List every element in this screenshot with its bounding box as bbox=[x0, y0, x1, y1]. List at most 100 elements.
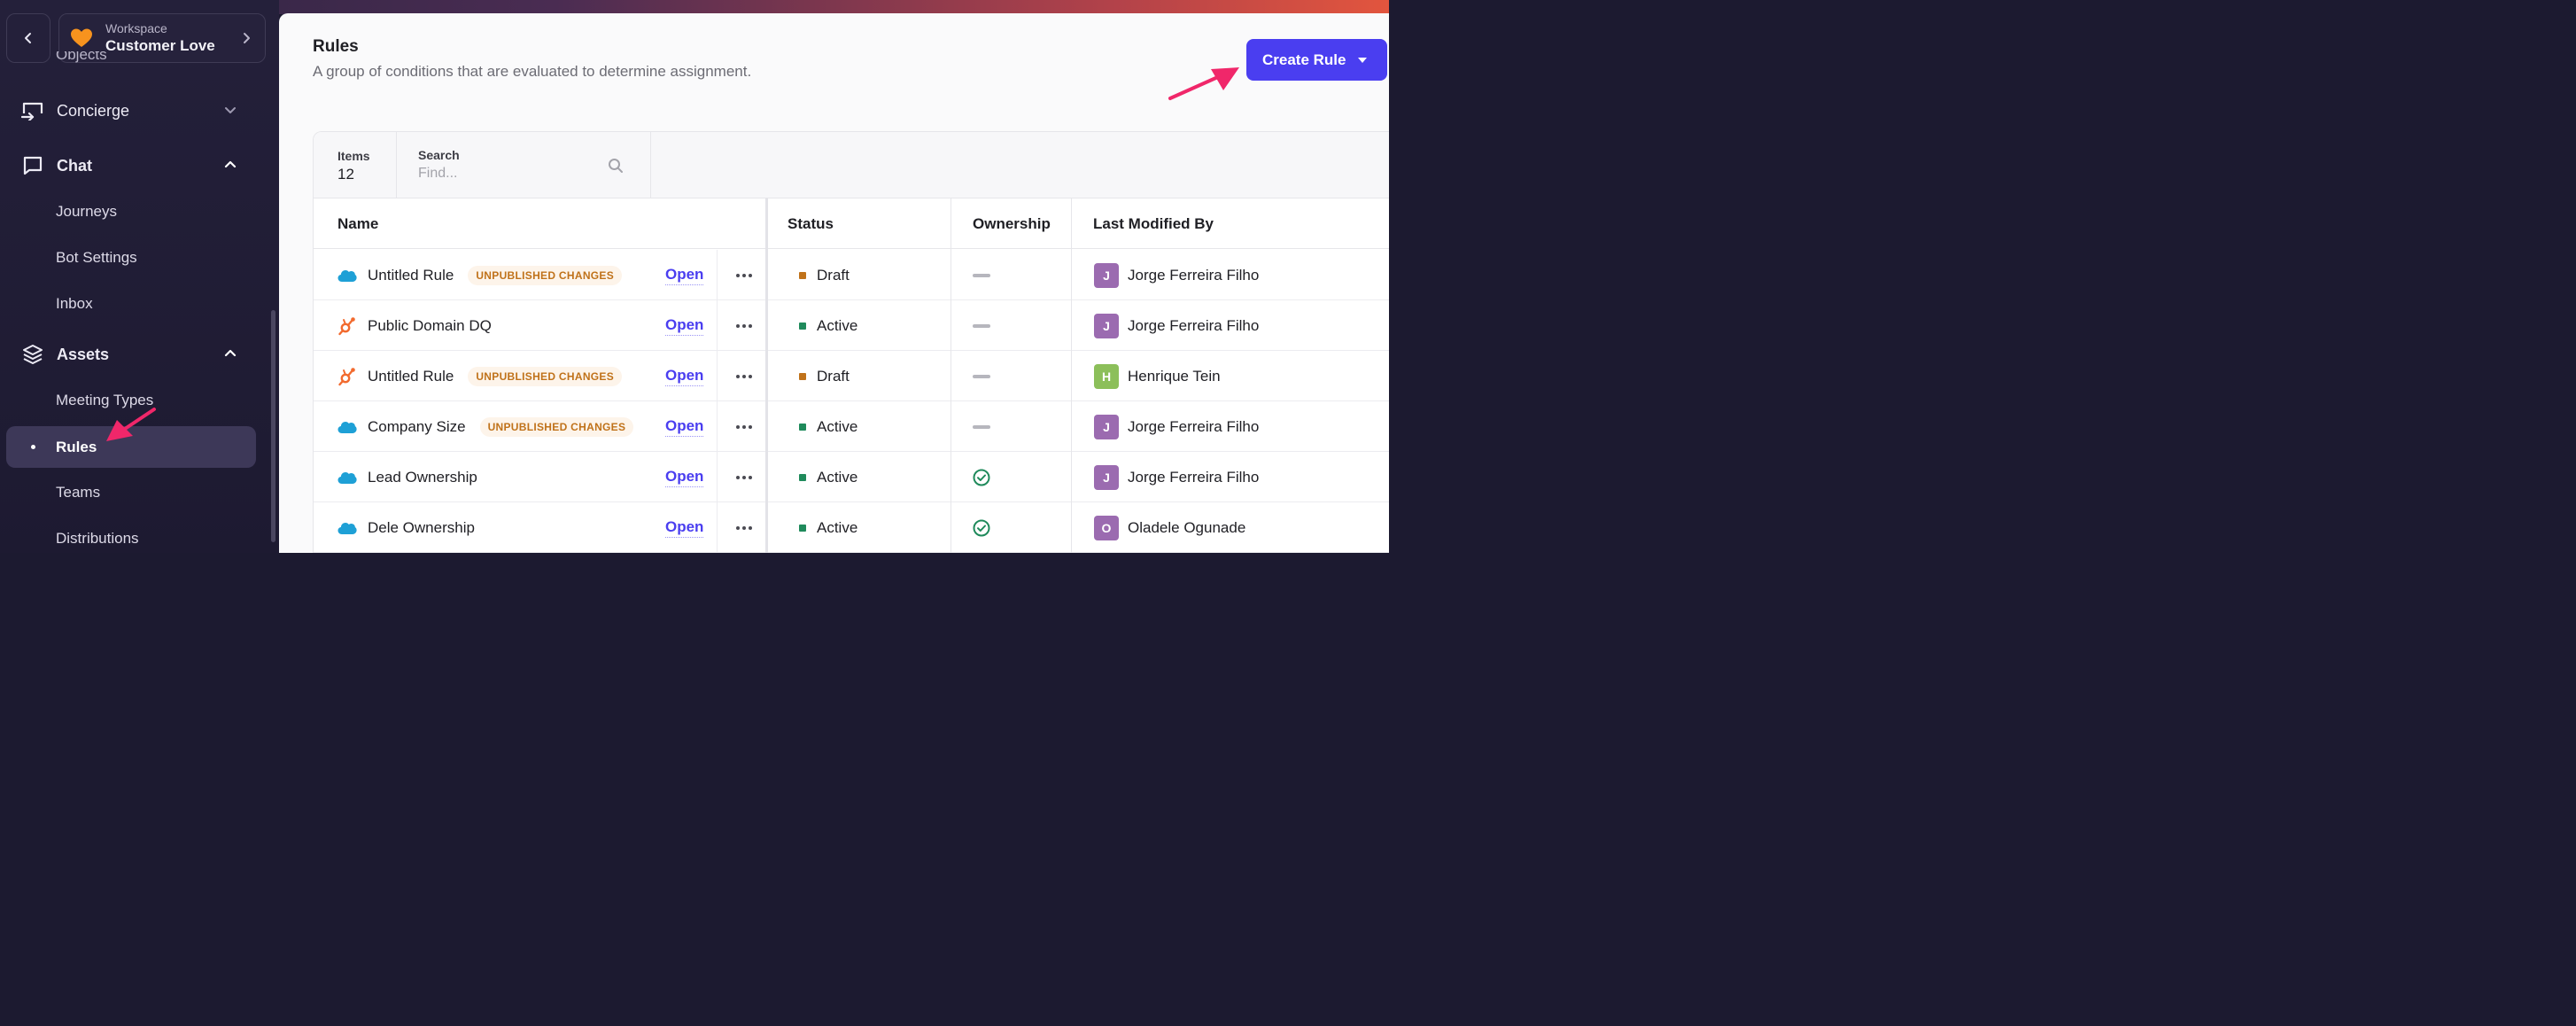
open-link[interactable]: Open bbox=[665, 351, 704, 401]
search-label: Search bbox=[418, 148, 460, 162]
table-header: Name Status Ownership Last Modified By bbox=[314, 198, 1389, 249]
more-options-button[interactable] bbox=[717, 502, 770, 553]
status-indicator bbox=[799, 271, 806, 279]
chevron-up-icon bbox=[224, 349, 237, 357]
more-horizontal-icon bbox=[735, 525, 752, 530]
layers-icon bbox=[21, 343, 44, 366]
table-row[interactable]: Untitled Rule UNPUBLISHED CHANGES Open Draf… bbox=[314, 250, 1389, 300]
column-header-name[interactable]: Name bbox=[338, 198, 378, 249]
last-modified-cell: J Jorge Ferreira Filho bbox=[1094, 250, 1259, 300]
rule-name-cell: Lead Ownership bbox=[368, 452, 477, 502]
sidebar-item-bot-settings[interactable]: Bot Settings bbox=[56, 249, 137, 267]
rule-name-cell: Untitled Rule UNPUBLISHED CHANGES bbox=[368, 250, 623, 300]
open-link[interactable]: Open bbox=[665, 250, 704, 300]
sidebar-item-teams[interactable]: Teams bbox=[56, 484, 100, 501]
more-horizontal-icon bbox=[735, 273, 752, 277]
last-modified-cell: J Jorge Ferreira Filho bbox=[1094, 401, 1259, 452]
hubspot-sprocket-icon bbox=[338, 300, 357, 351]
sidebar-group-concierge[interactable]: Concierge bbox=[21, 97, 243, 124]
workspace-label: Workspace bbox=[105, 21, 167, 35]
status-cell: Active bbox=[799, 401, 857, 452]
back-button[interactable] bbox=[6, 13, 50, 63]
last-modified-cell: H Henrique Tein bbox=[1094, 351, 1221, 401]
table-row[interactable]: Dele Ownership Open Active O Oladele Ogunade bbox=[314, 502, 1389, 553]
items-label: Items bbox=[338, 149, 370, 163]
sidebar-item-journeys[interactable]: Journeys bbox=[56, 203, 117, 221]
table-row[interactable]: Untitled Rule UNPUBLISHED CHANGES Open Draf… bbox=[314, 351, 1389, 401]
items-count: Items 12 bbox=[314, 132, 397, 198]
rule-name-cell: Company Size UNPUBLISHED CHANGES bbox=[368, 401, 634, 452]
sidebar-item-meeting-types[interactable]: Meeting Types bbox=[56, 392, 153, 409]
more-options-button[interactable] bbox=[717, 452, 770, 502]
salesforce-cloud-icon bbox=[338, 250, 357, 300]
chevron-left-icon bbox=[25, 33, 31, 43]
sidebar-group-label: Assets bbox=[57, 345, 110, 363]
table-row[interactable]: Lead Ownership Open Active J Jorge Ferreira … bbox=[314, 452, 1389, 502]
status-text: Active bbox=[817, 468, 858, 486]
check-circle-icon bbox=[973, 469, 990, 486]
empty-dash-icon bbox=[973, 323, 990, 328]
more-options-button[interactable] bbox=[717, 401, 770, 452]
status-indicator bbox=[799, 372, 806, 380]
chevron-up-icon bbox=[224, 160, 237, 168]
page-title: Rules bbox=[313, 37, 359, 56]
open-link[interactable]: Open bbox=[665, 300, 704, 351]
user-name: Jorge Ferreira Filho bbox=[1128, 316, 1260, 334]
status-text: Active bbox=[817, 316, 858, 334]
open-link[interactable]: Open bbox=[665, 401, 704, 452]
rule-name-cell: Untitled Rule UNPUBLISHED CHANGES bbox=[368, 351, 623, 401]
concierge-icon bbox=[21, 99, 44, 122]
sidebar-group-label: Concierge bbox=[57, 101, 130, 120]
page-subtitle: A group of conditions that are evaluated… bbox=[313, 63, 752, 80]
user-name: Jorge Ferreira Filho bbox=[1128, 468, 1260, 486]
open-link[interactable]: Open bbox=[665, 452, 704, 502]
sidebar: Workspace Customer Love Objects Concierg… bbox=[0, 0, 279, 553]
sidebar-scrollbar[interactable] bbox=[271, 310, 275, 542]
status-cell: Active bbox=[799, 452, 857, 502]
more-options-button[interactable] bbox=[717, 300, 770, 351]
rule-name: Untitled Rule bbox=[368, 266, 454, 284]
active-dot bbox=[31, 445, 35, 449]
rule-name: Dele Ownership bbox=[368, 518, 475, 536]
sidebar-group-chat[interactable]: Chat bbox=[21, 152, 243, 179]
sidebar-item-inbox[interactable]: Inbox bbox=[56, 295, 93, 313]
column-header-last-modified[interactable]: Last Modified By bbox=[1093, 198, 1214, 249]
table-row[interactable]: Public Domain DQ Open Active J Jorge Ferreir… bbox=[314, 300, 1389, 351]
unpublished-badge: UNPUBLISHED CHANGES bbox=[468, 366, 623, 386]
ownership-cell bbox=[973, 502, 990, 553]
empty-dash-icon bbox=[973, 273, 990, 277]
unpublished-badge: UNPUBLISHED CHANGES bbox=[468, 265, 623, 285]
status-text: Active bbox=[817, 417, 858, 435]
sidebar-item-distributions[interactable]: Distributions bbox=[56, 530, 139, 548]
status-indicator bbox=[799, 322, 806, 330]
sidebar-item-objects[interactable]: Objects bbox=[56, 51, 107, 64]
ownership-cell bbox=[973, 300, 990, 351]
column-divider bbox=[950, 198, 951, 553]
more-options-button[interactable] bbox=[717, 351, 770, 401]
last-modified-cell: J Jorge Ferreira Filho bbox=[1094, 452, 1259, 502]
status-text: Draft bbox=[817, 266, 850, 284]
create-rule-button[interactable]: Create Rule bbox=[1246, 39, 1387, 81]
open-link[interactable]: Open bbox=[665, 502, 704, 553]
main-content: Rules A group of conditions that are eva… bbox=[279, 13, 1389, 553]
avatar: J bbox=[1094, 262, 1119, 288]
caret-down-icon bbox=[1358, 57, 1368, 63]
search-box: Search bbox=[397, 132, 651, 198]
sidebar-item-rules[interactable]: Rules bbox=[6, 426, 256, 468]
ownership-cell bbox=[973, 250, 990, 300]
column-header-status[interactable]: Status bbox=[788, 198, 834, 249]
salesforce-cloud-icon bbox=[338, 452, 357, 502]
sidebar-group-assets[interactable]: Assets bbox=[21, 341, 243, 368]
user-name: Henrique Tein bbox=[1128, 367, 1221, 385]
more-horizontal-icon bbox=[735, 424, 752, 429]
avatar: J bbox=[1094, 414, 1119, 439]
last-modified-cell: O Oladele Ogunade bbox=[1094, 502, 1245, 553]
empty-dash-icon bbox=[973, 374, 990, 378]
more-horizontal-icon bbox=[735, 475, 752, 479]
search-icon[interactable] bbox=[608, 158, 624, 174]
status-cell: Draft bbox=[799, 250, 850, 300]
table-row[interactable]: Company Size UNPUBLISHED CHANGES Open Activ… bbox=[314, 401, 1389, 452]
more-options-button[interactable] bbox=[717, 250, 770, 300]
column-header-ownership[interactable]: Ownership bbox=[973, 198, 1051, 249]
search-input[interactable] bbox=[418, 164, 595, 183]
